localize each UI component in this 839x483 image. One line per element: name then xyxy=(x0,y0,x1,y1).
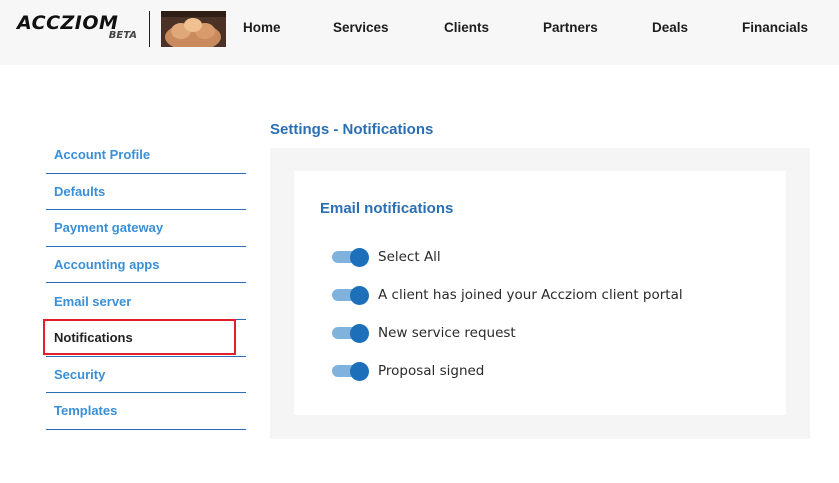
sidebar-item-label: Email server xyxy=(54,293,132,309)
nav-home[interactable]: Home xyxy=(243,20,281,35)
page-title: Settings - Notifications xyxy=(270,121,434,138)
toggle-knob xyxy=(350,286,369,305)
toggle-label: Proposal signed xyxy=(378,363,485,379)
toggle-row-new-service-request: New service request xyxy=(332,323,516,343)
sidebar-item-label: Accounting apps xyxy=(54,257,160,273)
toggle-label: A client has joined your Accziom client … xyxy=(378,287,683,303)
sidebar-item-email-server[interactable]: Email server xyxy=(46,283,246,320)
toggle-knob xyxy=(350,362,369,381)
sidebar-item-accounting-apps[interactable]: Accounting apps xyxy=(46,247,246,284)
toggle-label: Select All xyxy=(378,249,441,265)
client-joined-toggle[interactable] xyxy=(332,285,370,305)
sidebar-item-label: Notifications xyxy=(54,330,133,346)
toggle-row-proposal-signed: Proposal signed xyxy=(332,361,484,381)
sidebar-item-notifications[interactable]: Notifications xyxy=(46,320,246,357)
toggle-row-client-joined: A client has joined your Accziom client … xyxy=(332,285,683,305)
toggle-knob xyxy=(350,324,369,343)
section-title: Email notifications xyxy=(320,200,454,217)
proposal-signed-toggle[interactable] xyxy=(332,361,370,381)
sidebar-item-label: Templates xyxy=(54,403,118,419)
select-all-toggle[interactable] xyxy=(332,247,370,267)
top-navigation-bar: ACCZIOM BETA Home Services Clients Partn… xyxy=(0,0,839,65)
sidebar-item-label: Payment gateway xyxy=(54,220,164,236)
sidebar-item-account-profile[interactable]: Account Profile xyxy=(46,137,246,174)
sidebar-item-defaults[interactable]: Defaults xyxy=(46,174,246,211)
main-nav: Home Services Clients Partners Deals Fin… xyxy=(0,20,839,40)
nav-deals[interactable]: Deals xyxy=(652,20,688,35)
sidebar-item-label: Account Profile xyxy=(54,147,151,163)
nav-partners[interactable]: Partners xyxy=(543,20,598,35)
nav-services[interactable]: Services xyxy=(333,20,389,35)
sidebar-item-label: Security xyxy=(54,366,106,382)
toggle-knob xyxy=(350,248,369,267)
sidebar-item-payment-gateway[interactable]: Payment gateway xyxy=(46,210,246,247)
new-service-request-toggle[interactable] xyxy=(332,323,370,343)
nav-clients[interactable]: Clients xyxy=(444,20,489,35)
sidebar-item-label: Defaults xyxy=(54,183,106,199)
toggle-label: New service request xyxy=(378,325,516,341)
toggle-row-select-all: Select All xyxy=(332,247,441,267)
sidebar-item-security[interactable]: Security xyxy=(46,357,246,394)
sidebar-item-templates[interactable]: Templates xyxy=(46,393,246,430)
nav-financials[interactable]: Financials xyxy=(742,20,808,35)
settings-sidebar: Account Profile Defaults Payment gateway… xyxy=(46,137,246,430)
